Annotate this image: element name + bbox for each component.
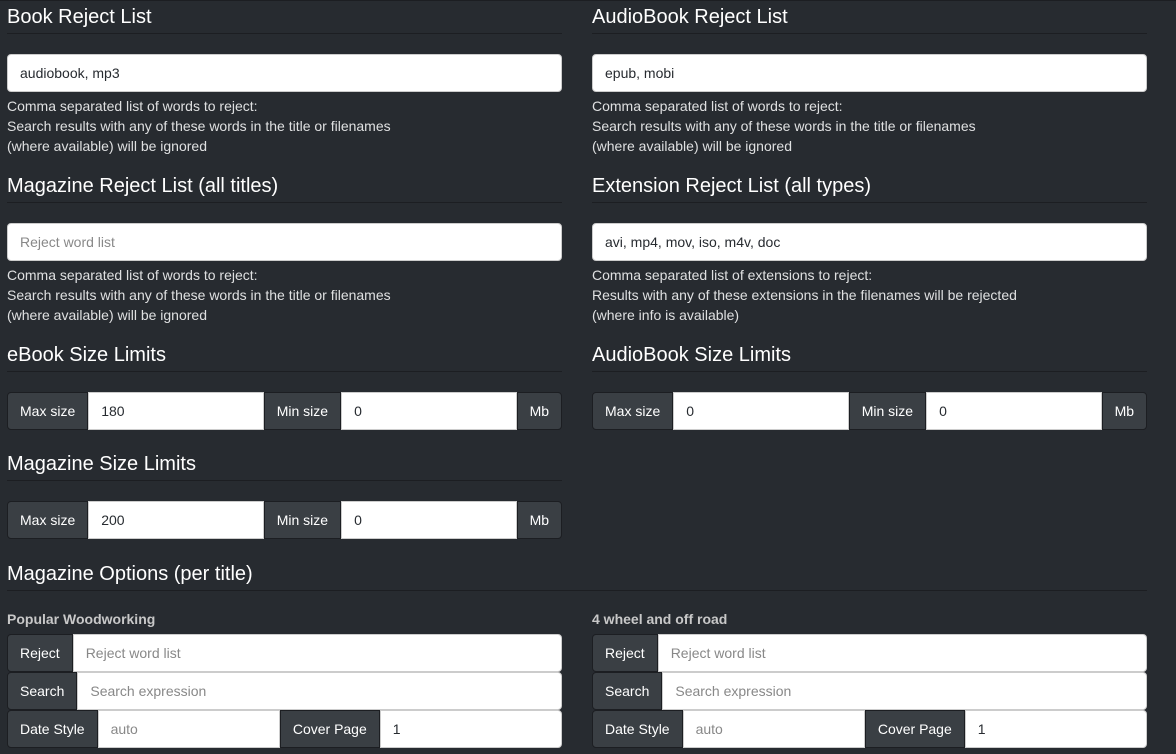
help-text: Comma separated list of words to reject:… bbox=[7, 98, 391, 154]
section-heading: Magazine Size Limits bbox=[7, 451, 562, 481]
help-text: Comma separated list of extensions to re… bbox=[592, 267, 1017, 323]
reject-label: Reject bbox=[592, 634, 658, 672]
max-size-label: Max size bbox=[7, 392, 89, 430]
extension-reject-section: Extension Reject List (all types) avi, m… bbox=[592, 173, 1147, 325]
magazine-title-options: Popular Woodworking Reject Reject word li… bbox=[7, 611, 562, 748]
search-input[interactable]: Search expression bbox=[77, 672, 562, 710]
magazine-title-options: 4 wheel and off road Reject Reject word l… bbox=[592, 611, 1147, 748]
section-heading: Magazine Reject List (all titles) bbox=[7, 173, 562, 203]
search-label: Search bbox=[592, 672, 663, 710]
date-style-input[interactable]: auto bbox=[682, 710, 865, 748]
cover-page-label: Cover Page bbox=[864, 710, 965, 748]
min-size-label: Min size bbox=[263, 392, 342, 430]
magazine-options-section: Magazine Options (per title) bbox=[7, 561, 1147, 591]
max-size-label: Max size bbox=[592, 392, 674, 430]
magazine-size-section: Magazine Size Limits Max size 200 Min si… bbox=[7, 451, 563, 539]
book-reject-section: Book Reject List audiobook, mp3 Comma se… bbox=[7, 4, 562, 156]
cover-page-input[interactable]: 1 bbox=[379, 710, 562, 748]
audiobook-reject-section: AudioBook Reject List epub, mobi Comma s… bbox=[592, 4, 1147, 156]
unit-label: Mb bbox=[516, 392, 563, 430]
ebook-size-section: eBook Size Limits Max size 180 Min size … bbox=[7, 342, 563, 430]
min-size-label: Min size bbox=[848, 392, 927, 430]
extension-reject-input[interactable]: avi, mp4, mov, iso, m4v, doc bbox=[592, 223, 1147, 261]
section-heading: Magazine Options (per title) bbox=[7, 561, 1147, 591]
search-label: Search bbox=[7, 672, 78, 710]
audiobook-min-size-input[interactable]: 0 bbox=[926, 392, 1102, 430]
section-heading: AudioBook Size Limits bbox=[592, 342, 1147, 372]
section-heading: AudioBook Reject List bbox=[592, 4, 1147, 34]
max-size-label: Max size bbox=[7, 501, 89, 539]
magazine-title: 4 wheel and off road bbox=[592, 611, 728, 627]
min-size-label: Min size bbox=[263, 501, 342, 539]
magazine-title: Popular Woodworking bbox=[7, 611, 156, 627]
reject-input[interactable]: Reject word list bbox=[657, 634, 1147, 672]
audiobook-max-size-input[interactable]: 0 bbox=[673, 392, 849, 430]
ebook-min-size-input[interactable]: 0 bbox=[341, 392, 517, 430]
top-divider bbox=[0, 0, 1176, 1]
date-style-label: Date Style bbox=[7, 710, 98, 748]
magazine-min-size-input[interactable]: 0 bbox=[341, 501, 517, 539]
audiobook-size-section: AudioBook Size Limits Max size 0 Min siz… bbox=[592, 342, 1148, 430]
search-input[interactable]: Search expression bbox=[662, 672, 1147, 710]
audiobook-reject-input[interactable]: epub, mobi bbox=[592, 54, 1147, 92]
reject-input[interactable]: Reject word list bbox=[72, 634, 562, 672]
help-text: Comma separated list of words to reject:… bbox=[592, 98, 976, 154]
section-heading: Extension Reject List (all types) bbox=[592, 173, 1147, 203]
help-text: Comma separated list of words to reject:… bbox=[7, 267, 391, 323]
section-heading: eBook Size Limits bbox=[7, 342, 562, 372]
unit-label: Mb bbox=[516, 501, 563, 539]
date-style-input[interactable]: auto bbox=[97, 710, 280, 748]
ebook-max-size-input[interactable]: 180 bbox=[88, 392, 264, 430]
unit-label: Mb bbox=[1101, 392, 1148, 430]
cover-page-label: Cover Page bbox=[279, 710, 380, 748]
magazine-reject-input[interactable]: Reject word list bbox=[7, 223, 562, 261]
date-style-label: Date Style bbox=[592, 710, 683, 748]
magazine-max-size-input[interactable]: 200 bbox=[88, 501, 264, 539]
book-reject-input[interactable]: audiobook, mp3 bbox=[7, 54, 562, 92]
section-heading: Book Reject List bbox=[7, 4, 562, 34]
magazine-reject-section: Magazine Reject List (all titles) Reject… bbox=[7, 173, 562, 325]
reject-label: Reject bbox=[7, 634, 73, 672]
cover-page-input[interactable]: 1 bbox=[964, 710, 1147, 748]
